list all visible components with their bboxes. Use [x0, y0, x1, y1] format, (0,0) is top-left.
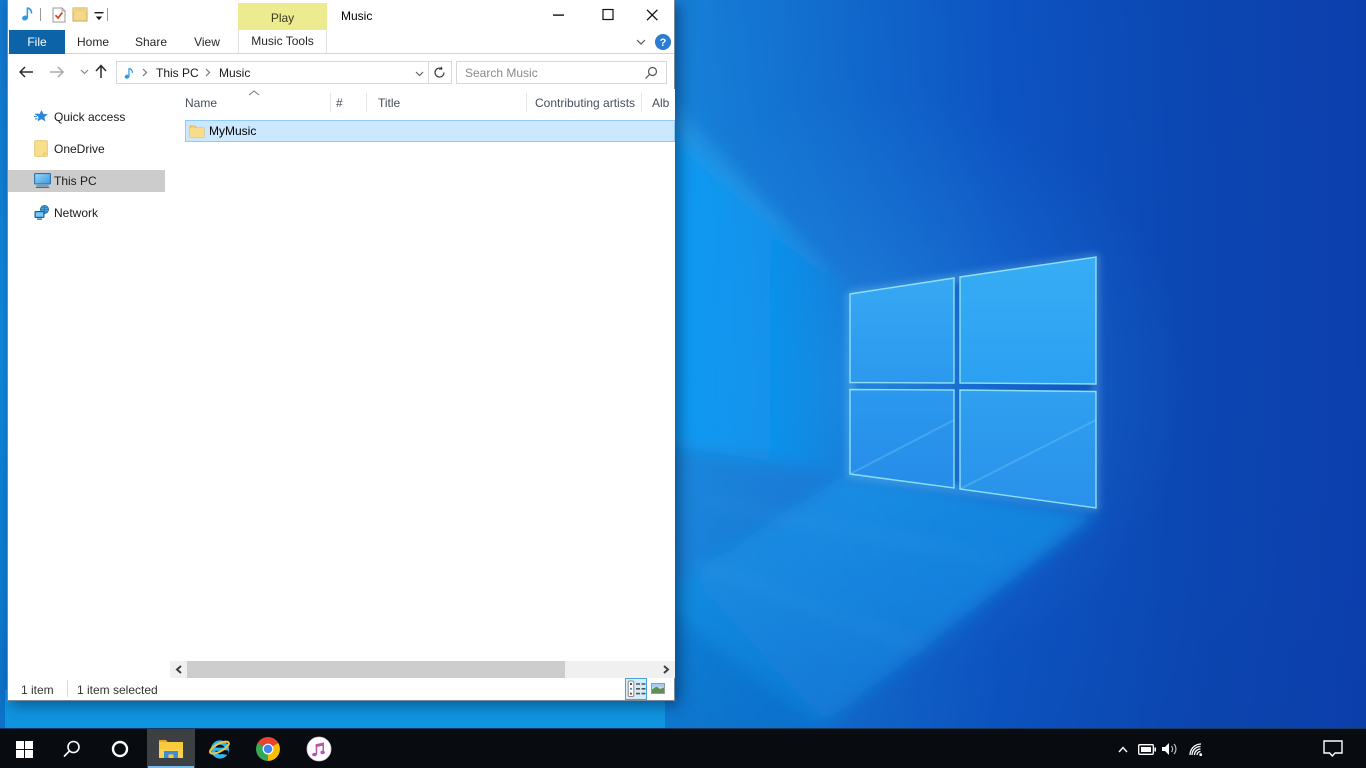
svg-text:?: ?	[660, 37, 667, 49]
